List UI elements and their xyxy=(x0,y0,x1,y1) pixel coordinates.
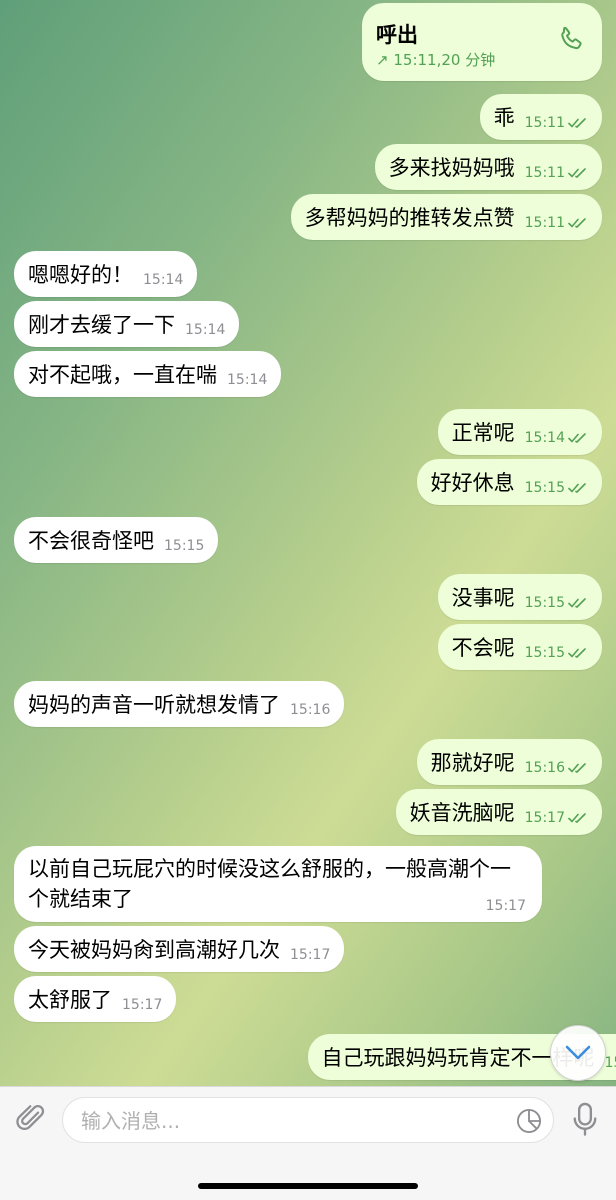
message-time: 15:14 xyxy=(185,322,226,338)
call-detail: ↗ 15:11,20 分钟 xyxy=(376,49,495,70)
outgoing-arrow-icon: ↗ xyxy=(376,51,389,69)
chat-area: 呼出 ↗ 15:11,20 分钟 乖 15:11 多来找妈妈哦 15:11 多帮… xyxy=(0,0,616,1086)
incoming-message[interactable]: 妈妈的声音一听就想发情了 15:16 xyxy=(14,681,345,727)
outgoing-message[interactable]: 好好休息 15:15 xyxy=(416,459,602,505)
outgoing-message[interactable]: 没事呢 15:15 xyxy=(437,574,602,620)
scroll-to-bottom-button[interactable] xyxy=(550,1025,606,1081)
message-time: 15:11 xyxy=(524,215,565,231)
message-time: 15:14 xyxy=(524,430,565,446)
message-time: 15:15 xyxy=(524,595,565,611)
message-text: 不会呢 xyxy=(451,636,515,660)
message-text: 好好休息 xyxy=(430,471,515,495)
message-time: 15:17 xyxy=(524,810,565,826)
incoming-message[interactable]: 刚才去缓了一下 15:14 xyxy=(14,301,240,347)
incoming-message[interactable]: 对不起哦，一直在喘 15:14 xyxy=(14,351,282,397)
message-input[interactable] xyxy=(79,1098,483,1144)
double-check-icon xyxy=(568,763,586,773)
message-text: 对不起哦，一直在喘 xyxy=(28,363,217,387)
message-time: 15:15 xyxy=(524,645,565,661)
message-field[interactable] xyxy=(62,1097,554,1144)
incoming-message[interactable]: 以前自己玩屁穴的时候没这么舒服的，一般高潮个一个就结束了 15:17 xyxy=(14,846,542,922)
outgoing-message[interactable]: 正常呢 15:14 xyxy=(437,409,602,455)
incoming-message[interactable]: 今天被妈妈肏到高潮好几次 15:17 xyxy=(14,926,345,972)
message-input-bar xyxy=(0,1086,616,1200)
message-text: 乖 xyxy=(493,106,515,130)
microphone-icon[interactable] xyxy=(570,1101,600,1143)
message-text: 没事呢 xyxy=(451,586,515,610)
message-time: 15:11 xyxy=(524,165,565,181)
message-text: 今天被妈妈肏到高潮好几次 xyxy=(28,938,280,962)
message-text: 以前自己玩屁穴的时候没这么舒服的，一般高潮个一个就结束了 xyxy=(28,857,511,911)
call-bubble[interactable]: 呼出 ↗ 15:11,20 分钟 xyxy=(362,3,602,81)
message-time: 15:16 xyxy=(524,760,565,776)
double-check-icon xyxy=(568,483,586,493)
message-time: 15:14 xyxy=(143,272,184,288)
double-check-icon xyxy=(568,598,586,608)
sticker-icon[interactable] xyxy=(515,1107,543,1139)
home-indicator xyxy=(198,1183,418,1189)
double-check-icon xyxy=(568,813,586,823)
chevron-down-icon xyxy=(565,1045,591,1060)
message-time: 15:15 xyxy=(164,538,205,554)
message-text: 妖音洗脑呢 xyxy=(409,801,515,825)
outgoing-message[interactable]: 不会呢 15:15 xyxy=(437,624,602,670)
message-text: 刚才去缓了一下 xyxy=(28,313,175,337)
message-text: 多来找妈妈哦 xyxy=(388,156,515,180)
outgoing-message[interactable]: 多来找妈妈哦 15:11 xyxy=(374,144,602,190)
outgoing-message[interactable]: 乖 15:11 xyxy=(479,94,602,140)
double-check-icon xyxy=(568,433,586,443)
paperclip-icon[interactable] xyxy=(14,1101,48,1141)
message-text: 那就好呢 xyxy=(430,751,515,775)
double-check-icon xyxy=(568,118,586,128)
message-time: 15:17 xyxy=(122,997,163,1013)
call-title: 呼出 xyxy=(376,23,418,47)
message-text: 正常呢 xyxy=(451,421,515,445)
phone-icon[interactable] xyxy=(556,25,586,59)
message-time: 15:14 xyxy=(227,372,268,388)
message-text: 太舒服了 xyxy=(28,988,112,1012)
incoming-message[interactable]: 太舒服了 15:17 xyxy=(14,976,177,1022)
message-time: 15:11 xyxy=(524,115,565,131)
message-text: 不会很奇怪吧 xyxy=(28,529,154,553)
outgoing-message[interactable]: 妖音洗脑呢 15:17 xyxy=(395,789,602,835)
message-time: 15:17 xyxy=(290,947,331,963)
message-text: 嗯嗯好的！ xyxy=(28,263,133,287)
incoming-message[interactable]: 嗯嗯好的！ 15:14 xyxy=(14,251,198,297)
message-time: 15:15 xyxy=(524,480,565,496)
outgoing-message[interactable]: 那就好呢 15:16 xyxy=(416,739,602,785)
message-time: 15:16 xyxy=(290,702,331,718)
double-check-icon xyxy=(568,648,586,658)
outgoing-message[interactable]: 多帮妈妈的推转发点赞 15:11 xyxy=(290,194,602,240)
message-text: 妈妈的声音一听就想发情了 xyxy=(28,693,280,717)
message-time: 15:2 xyxy=(604,1055,616,1071)
incoming-message[interactable]: 不会很奇怪吧 15:15 xyxy=(14,517,219,563)
double-check-icon xyxy=(568,168,586,178)
message-text: 多帮妈妈的推转发点赞 xyxy=(304,206,515,230)
call-duration: 15:11,20 分钟 xyxy=(393,51,496,69)
message-time: 15:17 xyxy=(485,898,526,914)
double-check-icon xyxy=(568,218,586,228)
